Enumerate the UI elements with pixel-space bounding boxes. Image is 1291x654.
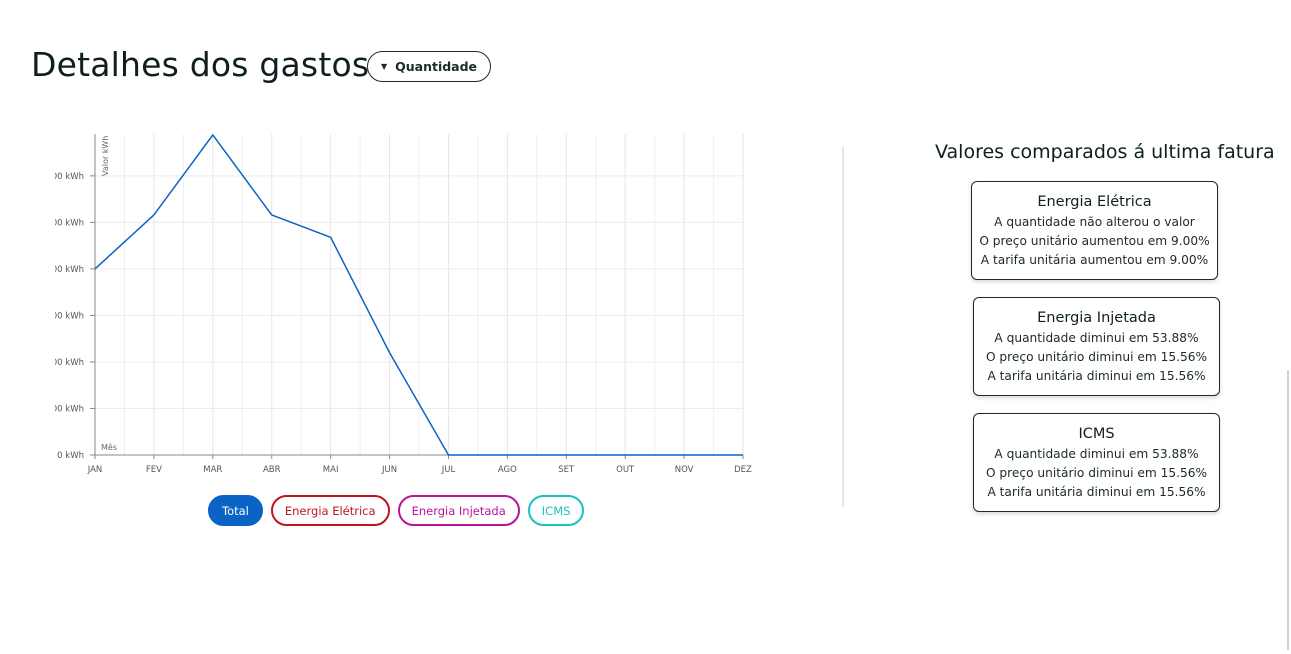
comparison-card-energia-eletrica: Energia Elétrica A quantidade não altero…: [971, 181, 1218, 280]
expenses-chart: 0 kWh 500 kWh 1000 kWh 1500 kWh 2000 kWh 2500…: [55, 120, 775, 485]
legend-energia-eletrica-button[interactable]: Energia Elétrica: [270, 495, 390, 526]
card-line: A tarifa unitária diminui em 15.56%: [987, 369, 1206, 383]
line-chart-svg: 0 kWh 500 kWh 1000 kWh 1500 kWh 2000 kWh 2500…: [55, 134, 752, 475]
x-tick-label: ABR: [263, 465, 281, 475]
card-line: A quantidade diminui em 53.88%: [994, 331, 1199, 345]
quantity-dropdown-label: Quantidade: [395, 59, 478, 74]
x-axis-label: Mês: [101, 442, 117, 452]
comparison-card-icms: ICMS A quantidade diminui em 53.88% O pr…: [973, 413, 1220, 512]
legend-icms-button[interactable]: ICMS: [527, 495, 585, 526]
y-tick-label: 0 kWh: [57, 451, 84, 461]
x-tick-label: OUT: [616, 465, 635, 475]
card-line: O preço unitário diminui em 15.56%: [985, 466, 1208, 480]
legend-total-button[interactable]: Total: [208, 495, 263, 526]
card-line: A tarifa unitária diminui em 15.56%: [987, 485, 1206, 499]
y-tick-label: 1000 kWh: [55, 358, 84, 368]
x-tick-label: JUL: [441, 465, 456, 475]
page-scrollbar[interactable]: [1287, 370, 1289, 650]
vertical-divider: [842, 147, 844, 507]
y-tick-label: 500 kWh: [55, 404, 84, 414]
card-line: A quantidade diminui em 53.88%: [994, 447, 1199, 461]
x-tick-label: AGO: [498, 465, 517, 475]
x-tick-label: DEZ: [734, 465, 752, 475]
y-tick-label: 2000 kWh: [55, 265, 84, 275]
quantity-dropdown[interactable]: ▼ Quantidade: [367, 51, 491, 82]
card-line: O preço unitário diminui em 15.56%: [985, 350, 1208, 364]
x-tick-label: MAR: [203, 465, 222, 475]
caret-down-icon: ▼: [380, 61, 388, 71]
x-tick-label: JAN: [87, 465, 103, 475]
x-tick-label: NOV: [675, 465, 694, 475]
y-tick-label: 1500 kWh: [55, 311, 84, 321]
y-tick-label: 3000 kWh: [55, 172, 84, 182]
legend-energia-injetada-button[interactable]: Energia Injetada: [397, 495, 520, 526]
card-title: Energia Injetada: [1037, 310, 1156, 326]
comparison-card-energia-injetada: Energia Injetada A quantidade diminui em…: [973, 297, 1220, 396]
x-tick-label: MAI: [323, 465, 339, 475]
comparison-title: Valores comparados á ultima fatura: [935, 141, 1275, 163]
card-line: O preço unitário aumentou em 9.00%: [979, 234, 1210, 248]
x-tick-label: FEV: [146, 465, 162, 475]
y-tick-label: 2500 kWh: [55, 218, 84, 228]
page-title: Detalhes dos gastos: [31, 45, 370, 84]
x-tick-label: JUN: [381, 465, 397, 475]
chart-legend: Total Energia Elétrica Energia Injetada …: [208, 495, 585, 526]
card-title: Energia Elétrica: [1037, 194, 1152, 210]
x-tick-label: SET: [558, 465, 575, 475]
card-line: A quantidade não alterou o valor: [994, 215, 1195, 229]
card-line: A tarifa unitária aumentou em 9.00%: [980, 253, 1209, 267]
card-title: ICMS: [1078, 426, 1115, 442]
y-axis-label: Valor kWh: [101, 136, 110, 176]
